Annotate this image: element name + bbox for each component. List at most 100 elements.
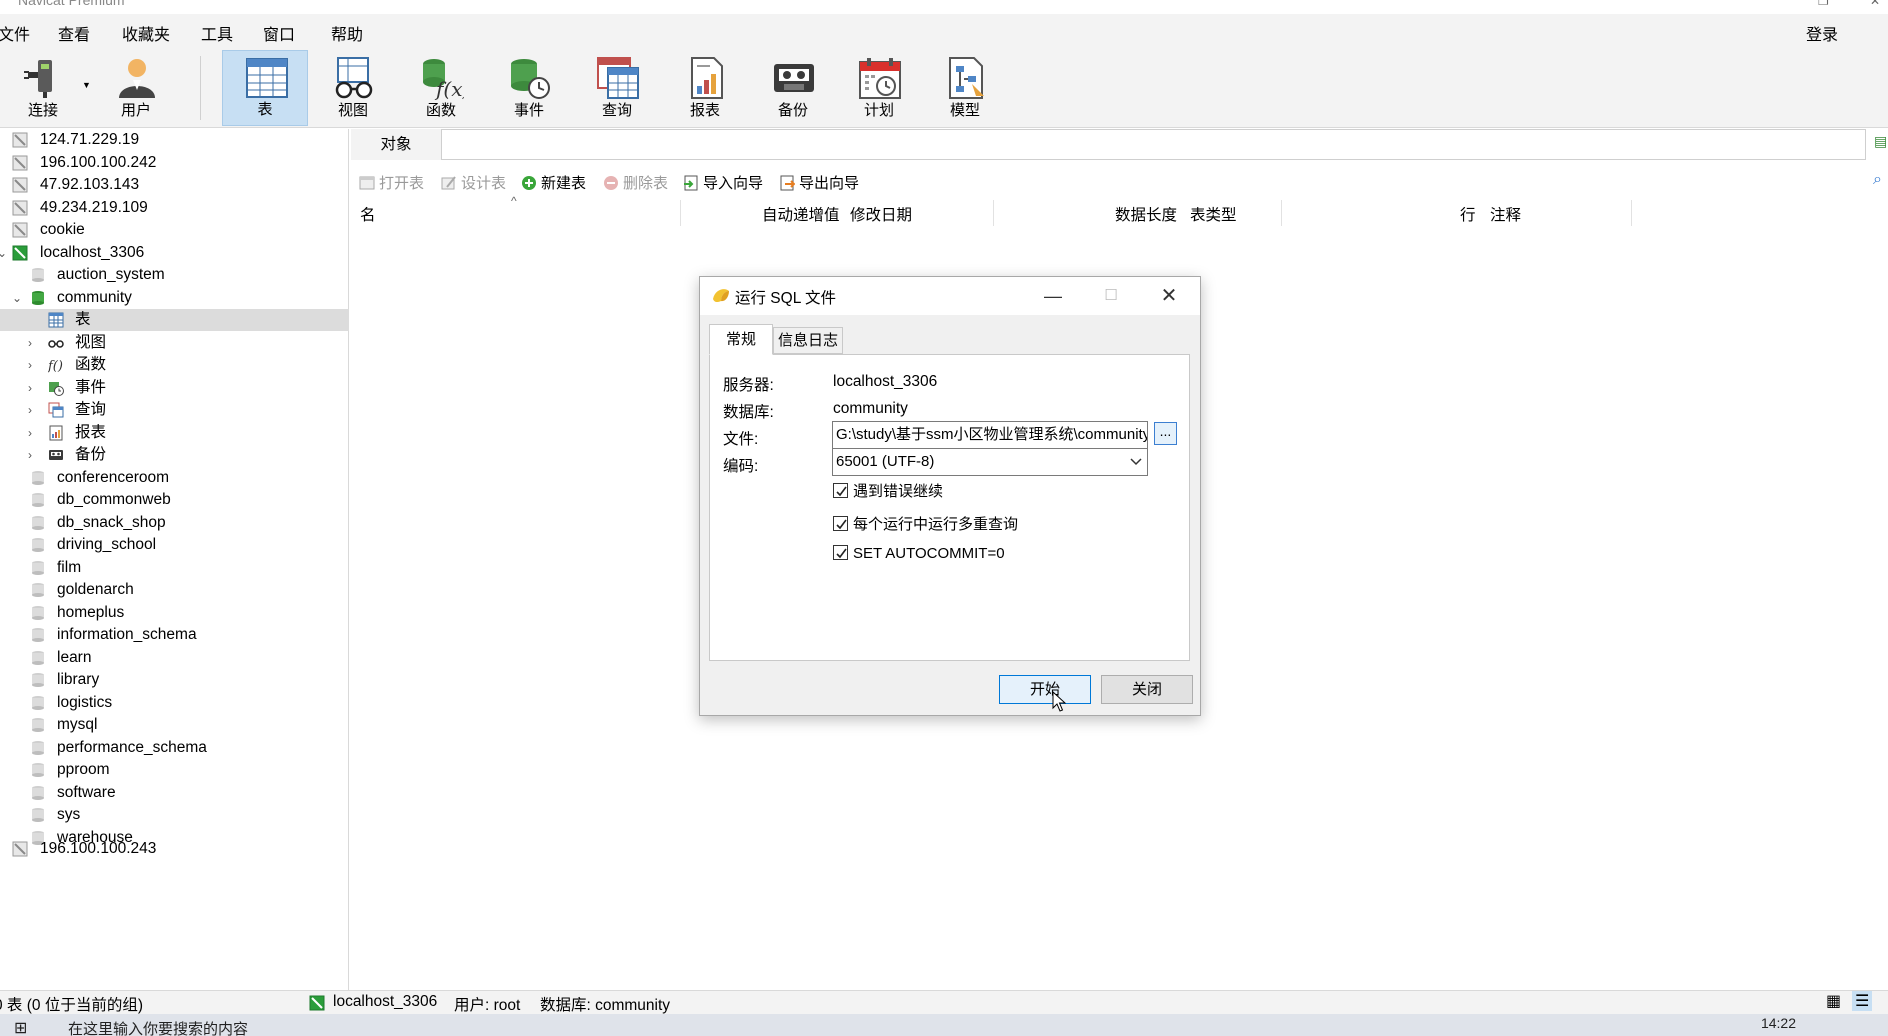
column-rows[interactable]: 行: [1460, 203, 1476, 225]
column-table-type[interactable]: 表类型: [1190, 203, 1237, 225]
multiple-queries-checkbox[interactable]: 每个运行中运行多重查询: [833, 513, 1018, 534]
tree-database[interactable]: db_snack_shop: [0, 512, 349, 534]
toolbar-user-button[interactable]: 用户: [93, 50, 179, 126]
tree-connection-active[interactable]: ⌄ localhost_3306: [0, 242, 349, 264]
tree-connection[interactable]: 124.71.229.19: [0, 129, 349, 151]
toolbar-connect-button[interactable]: ▼ 连接: [0, 50, 91, 126]
tab-message-log[interactable]: 信息日志: [773, 327, 843, 354]
restore-icon[interactable]: ❐: [1818, 0, 1829, 8]
tree-database[interactable]: conferenceroom: [0, 467, 349, 489]
tree-database[interactable]: pproom: [0, 759, 349, 781]
tree-connection[interactable]: 196.100.100.242: [0, 152, 349, 174]
toolbar-table-button[interactable]: 表: [222, 50, 308, 126]
menu-tools[interactable]: 工具: [201, 21, 233, 45]
windows-start-icon[interactable]: ⊞: [14, 1018, 27, 1036]
encoding-select[interactable]: 65001 (UTF-8): [832, 448, 1148, 476]
delete-table-icon: [604, 176, 618, 190]
search-icon[interactable]: ⌕: [1873, 171, 1882, 189]
toolbar-view-button[interactable]: 视图: [310, 50, 396, 126]
chevron-right-icon[interactable]: ›: [28, 422, 32, 444]
start-button[interactable]: 开始: [999, 675, 1091, 704]
toolbar-function-button[interactable]: f(x) 函数: [398, 50, 484, 126]
chevron-down-icon[interactable]: ⌄: [0, 242, 7, 264]
column-name[interactable]: 名: [360, 203, 376, 225]
tree-database[interactable]: goldenarch: [0, 579, 349, 601]
tree-database[interactable]: db_commonweb: [0, 489, 349, 511]
tree-object-events[interactable]: › 事件: [0, 377, 349, 399]
column-data-length[interactable]: 数据长度: [1115, 203, 1177, 225]
close-button[interactable]: 关闭: [1101, 675, 1193, 704]
tree-database[interactable]: learn: [0, 647, 349, 669]
toolbar-query-button[interactable]: 查询: [574, 50, 660, 126]
tree-database[interactable]: software: [0, 782, 349, 804]
column-comment[interactable]: 注释: [1490, 203, 1521, 225]
file-path-input[interactable]: G:\study\基于ssm小区物业管理系统\community.sql: [832, 421, 1148, 449]
tree-connection[interactable]: 49.234.219.109: [0, 197, 349, 219]
continue-on-error-checkbox[interactable]: 遇到错误继续: [833, 480, 943, 501]
tree-database[interactable]: driving_school: [0, 534, 349, 556]
menu-favorites[interactable]: 收藏夹: [122, 21, 170, 45]
tree-object-functions[interactable]: › f() 函数: [0, 354, 349, 376]
column-auto-increment[interactable]: 自动递增值: [762, 203, 840, 225]
toolbar-schedule-button[interactable]: 计划: [836, 50, 922, 126]
tree-connection[interactable]: 196.100.100.243: [0, 838, 349, 860]
database-icon: [32, 493, 44, 507]
tree-database[interactable]: homeplus: [0, 602, 349, 624]
dropdown-arrow-icon[interactable]: ▼: [82, 80, 91, 90]
tree-object-queries[interactable]: › 查询: [0, 399, 349, 421]
tree-database[interactable]: film: [0, 557, 349, 579]
close-window-icon[interactable]: ✕: [1870, 0, 1880, 8]
toolbar-event-button[interactable]: 事件: [486, 50, 572, 126]
tree-connection[interactable]: cookie: [0, 219, 349, 241]
dialog-title-bar[interactable]: 运行 SQL 文件 — ☐ ✕: [700, 277, 1200, 315]
tree-database[interactable]: auction_system: [0, 264, 349, 286]
tree-database[interactable]: performance_schema: [0, 737, 349, 759]
autocommit-checkbox[interactable]: SET AUTOCOMMIT=0: [833, 545, 1005, 562]
design-table-button[interactable]: 设计表: [441, 172, 506, 193]
close-icon[interactable]: ✕: [1156, 283, 1182, 309]
minimize-icon[interactable]: —: [1040, 283, 1066, 309]
chevron-right-icon[interactable]: ›: [28, 332, 32, 354]
chevron-down-icon[interactable]: ⌄: [12, 287, 22, 309]
taskbar-search-input[interactable]: 在这里输入你要搜索的内容: [68, 1018, 248, 1036]
toolbar-backup-button[interactable]: 备份: [750, 50, 836, 126]
tree-object-backups[interactable]: › 备份: [0, 444, 349, 466]
open-table-button[interactable]: 打开表: [359, 172, 424, 193]
tab-general[interactable]: 常规: [709, 324, 773, 355]
browse-file-button[interactable]: ...: [1154, 422, 1177, 445]
toolbar-report-button[interactable]: 报表: [662, 50, 748, 126]
login-button[interactable]: 登录: [1806, 21, 1838, 45]
toolbar-model-button[interactable]: 模型: [922, 50, 1008, 126]
menu-view[interactable]: 查看: [58, 21, 90, 45]
title-bar: Navicat Premium ❐ ✕: [0, 0, 1888, 12]
connection-tree[interactable]: 124.71.229.19 196.100.100.242 47.92.103.…: [0, 129, 349, 990]
export-wizard-button[interactable]: 导出向导: [779, 172, 859, 193]
tree-database[interactable]: sys: [0, 804, 349, 826]
chevron-right-icon[interactable]: ›: [28, 399, 32, 421]
tree-connection[interactable]: 47.92.103.143: [0, 174, 349, 196]
grid-view-icon[interactable]: ▦: [1826, 991, 1841, 1011]
tree-object-tables[interactable]: 表: [0, 309, 349, 331]
list-view-icon[interactable]: ☰: [1852, 991, 1873, 1011]
tree-object-views[interactable]: › 视图: [0, 332, 349, 354]
column-modified-date[interactable]: 修改日期: [850, 203, 912, 225]
tab-menu-icon[interactable]: ▤: [1874, 133, 1887, 150]
tree-database[interactable]: mysql: [0, 714, 349, 736]
connection-icon: [12, 177, 28, 193]
tree-database[interactable]: information_schema: [0, 624, 349, 646]
delete-table-button[interactable]: 删除表: [603, 172, 668, 193]
tree-database[interactable]: logistics: [0, 692, 349, 714]
tree-object-reports[interactable]: › 报表: [0, 422, 349, 444]
menu-window[interactable]: 窗口: [263, 21, 295, 45]
tab-objects[interactable]: 对象: [351, 129, 441, 160]
chevron-right-icon[interactable]: ›: [28, 444, 32, 466]
menu-help[interactable]: 帮助: [331, 21, 363, 45]
import-wizard-button[interactable]: 导入向导: [683, 172, 763, 193]
chevron-right-icon[interactable]: ›: [28, 377, 32, 399]
tree-database-open[interactable]: ⌄ community: [0, 287, 349, 309]
tree-database[interactable]: library: [0, 669, 349, 691]
toolbar-function-label: 函数: [425, 102, 456, 119]
menu-file[interactable]: 文件: [0, 21, 30, 45]
new-table-button[interactable]: 新建表: [521, 172, 586, 193]
chevron-right-icon[interactable]: ›: [28, 354, 32, 376]
